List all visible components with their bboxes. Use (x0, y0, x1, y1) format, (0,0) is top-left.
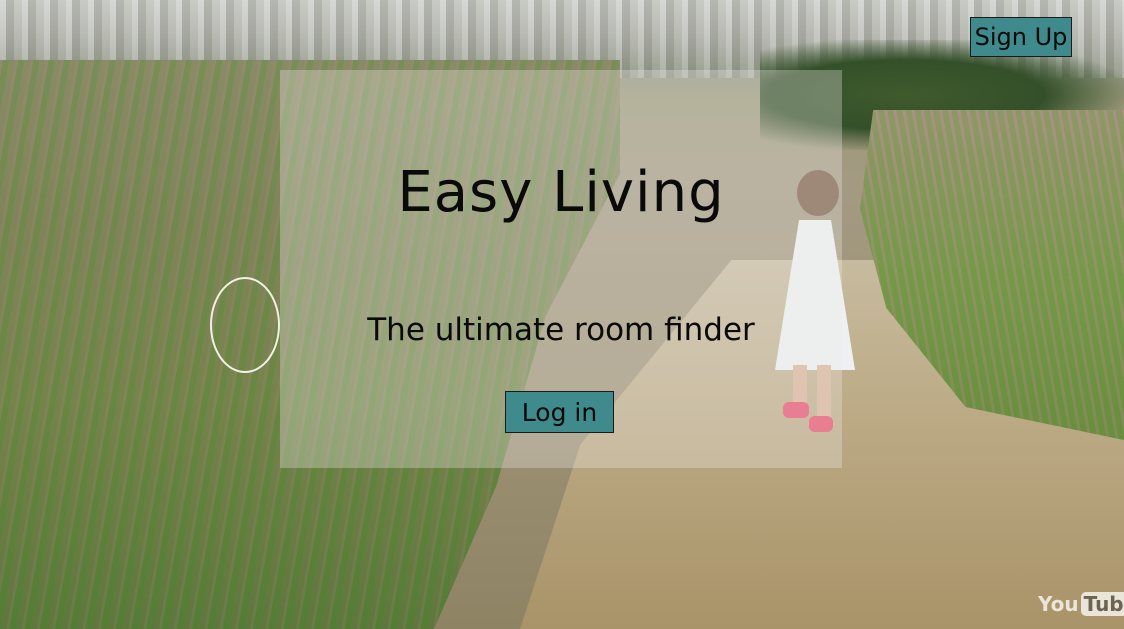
youtube-logo-tube: Tube (1080, 592, 1124, 616)
page-title: Easy Living (397, 160, 725, 225)
tagline: The ultimate room finder (367, 312, 755, 348)
youtube-logo[interactable]: You Tube (1038, 589, 1124, 619)
youtube-logo-you: You (1038, 592, 1079, 616)
signup-button[interactable]: Sign Up (970, 17, 1072, 57)
login-button[interactable]: Log in (505, 391, 614, 433)
cursor-highlight-ring (210, 277, 280, 373)
